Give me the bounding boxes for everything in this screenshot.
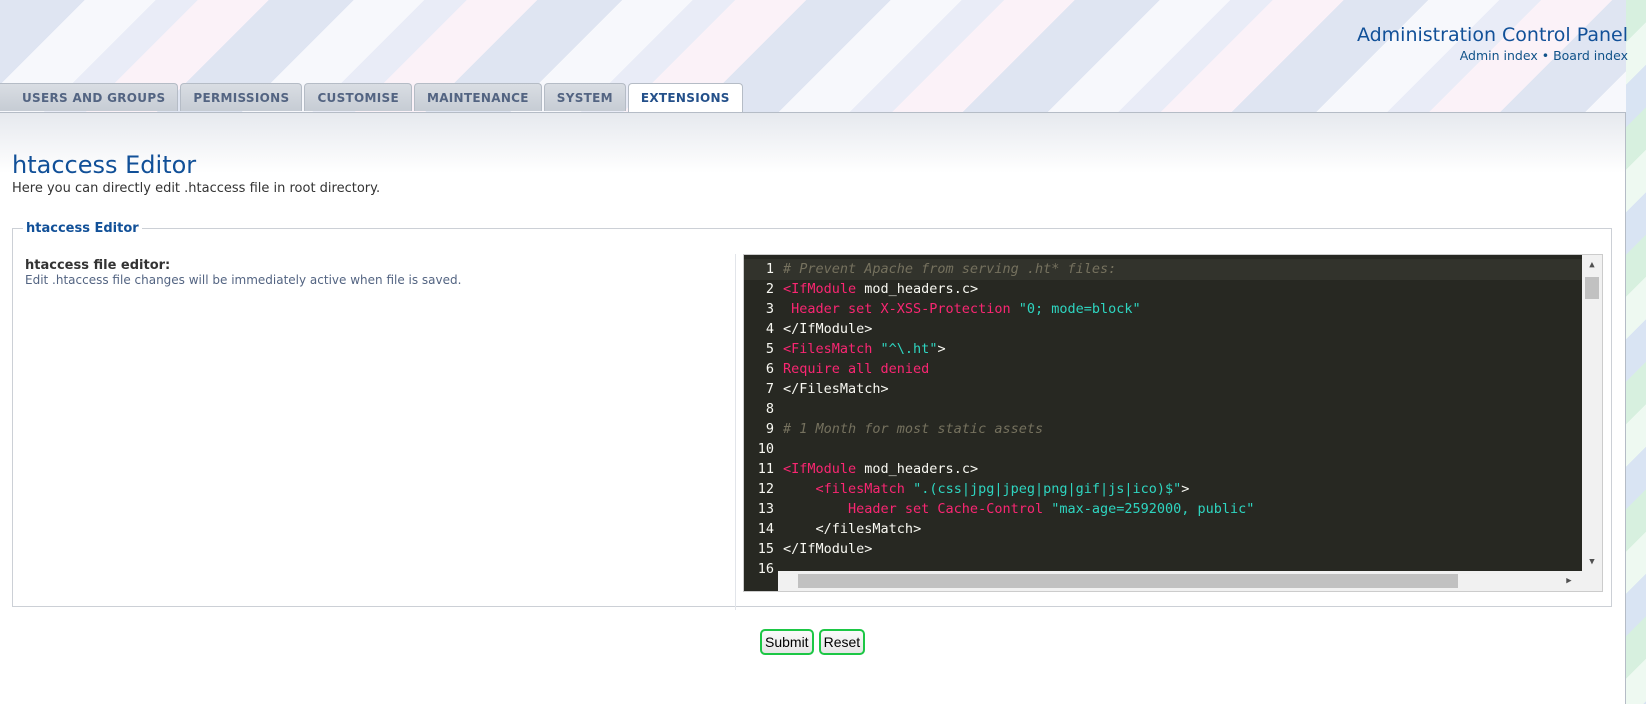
line-number: 4 (765, 321, 774, 337)
code-line[interactable]: 2 <IfModule mod_headers.c> (744, 279, 1602, 300)
code-text[interactable]: Header set X-XSS-Protection "0; mode=blo… (783, 299, 1141, 320)
board-index-link[interactable]: Board index (1553, 48, 1628, 63)
vertical-scroll-thumb[interactable] (1585, 277, 1599, 299)
code-text[interactable]: <filesMatch ".(css|jpg|jpeg|png|gif|js|i… (783, 479, 1190, 500)
scroll-up-icon[interactable]: ▲ (1582, 257, 1602, 273)
code-line[interactable]: 12 <filesMatch ".(css|jpg|jpeg|png|gif|j… (744, 479, 1602, 500)
line-number: 9 (765, 421, 774, 437)
field-explain: Edit .htaccess file changes will be imme… (25, 273, 462, 287)
code-line[interactable]: 3 Header set X-XSS-Protection "0; mode=b… (744, 299, 1602, 320)
code-line[interactable]: 5 <FilesMatch "^\.ht"> (744, 339, 1602, 360)
page-title: htaccess Editor (12, 151, 197, 179)
line-number: 8 (765, 401, 774, 417)
line-number: 16 (757, 561, 774, 577)
code-text[interactable]: </FilesMatch> (783, 379, 889, 400)
line-number: 2 (765, 281, 774, 297)
line-number: 3 (765, 301, 774, 317)
code-line[interactable]: 14 </filesMatch> (744, 519, 1602, 540)
header-links: Admin index • Board index (1460, 48, 1628, 63)
fieldset-legend: htaccess Editor (26, 221, 139, 236)
field-divider (735, 254, 736, 610)
line-number: 11 (757, 461, 774, 477)
tab-customise[interactable]: CUSTOMISE (304, 83, 412, 111)
tab-users-and-groups[interactable]: USERS AND GROUPS (0, 83, 179, 111)
page-background-edge (1626, 0, 1646, 704)
page-description: Here you can directly edit .htaccess fil… (12, 181, 381, 196)
code-text[interactable]: # 1 Month for most static assets (783, 419, 1043, 440)
line-number: 15 (757, 541, 774, 557)
htaccess-fieldset: htaccess Editor htaccess file editor: Ed… (12, 221, 1612, 610)
code-text[interactable]: <IfModule mod_headers.c> (783, 279, 978, 300)
line-number: 14 (757, 521, 774, 537)
line-number: 13 (757, 501, 774, 517)
code-text[interactable]: </filesMatch> (783, 519, 922, 540)
reset-button[interactable]: Reset (818, 629, 866, 655)
code-line[interactable]: 1 # Prevent Apache from serving .ht* file… (744, 259, 1602, 280)
code-line[interactable]: 7 </FilesMatch> (744, 379, 1602, 400)
scroll-left-icon[interactable] (780, 571, 796, 591)
code-line[interactable]: 11 <IfModule mod_headers.c> (744, 459, 1602, 480)
code-line[interactable]: 10 (744, 439, 1602, 460)
form-buttons: Submit Reset (760, 629, 866, 655)
code-editor[interactable]: 1 # Prevent Apache from serving .ht* file… (743, 254, 1603, 592)
code-text[interactable]: Require all denied (783, 359, 929, 380)
line-number: 1 (765, 261, 774, 277)
site-title: Administration Control Panel (1356, 24, 1628, 46)
code-line[interactable]: 13 Header set Cache-Control "max-age=259… (744, 499, 1602, 520)
link-separator: • (1541, 48, 1550, 63)
code-text[interactable]: </IfModule> (783, 539, 872, 560)
code-text[interactable]: </IfModule> (783, 319, 872, 340)
scroll-right-icon[interactable]: ▶ (1561, 571, 1577, 591)
code-line[interactable]: 4 </IfModule> (744, 319, 1602, 340)
code-text[interactable]: <IfModule mod_headers.c> (783, 459, 978, 480)
line-number: 6 (765, 361, 774, 377)
code-line[interactable]: 9 # 1 Month for most static assets (744, 419, 1602, 440)
scrollbar-corner (1582, 571, 1602, 591)
code-text[interactable]: <FilesMatch "^\.ht"> (783, 339, 946, 360)
tab-permissions[interactable]: PERMISSIONS (180, 83, 303, 111)
main-panel: htaccess Editor Here you can directly ed… (0, 112, 1626, 704)
line-number: 10 (757, 441, 774, 457)
line-number: 12 (757, 481, 774, 497)
line-number: 5 (765, 341, 774, 357)
tab-system[interactable]: SYSTEM (543, 83, 626, 111)
tab-maintenance[interactable]: MAINTENANCE (413, 83, 542, 111)
code-text[interactable]: # Prevent Apache from serving .ht* files… (783, 259, 1116, 280)
scroll-down-icon[interactable]: ▼ (1582, 554, 1602, 570)
code-line[interactable]: 6 Require all denied (744, 359, 1602, 380)
vertical-scrollbar[interactable]: ▲ ▼ (1582, 255, 1602, 572)
code-line[interactable]: 15 </IfModule> (744, 539, 1602, 560)
admin-index-link[interactable]: Admin index (1460, 48, 1538, 63)
submit-button[interactable]: Submit (760, 629, 814, 655)
tab-extensions[interactable]: EXTENSIONS (627, 83, 743, 113)
horizontal-scrollbar[interactable]: ▶ (778, 571, 1583, 591)
code-line[interactable]: 8 (744, 399, 1602, 420)
main-tabs: USERS AND GROUPS PERMISSIONS CUSTOMISE M… (0, 83, 745, 113)
line-number: 7 (765, 381, 774, 397)
field-label: htaccess file editor: (25, 258, 171, 273)
code-text[interactable]: Header set Cache-Control "max-age=259200… (783, 499, 1254, 520)
horizontal-scroll-thumb[interactable] (798, 574, 1458, 588)
